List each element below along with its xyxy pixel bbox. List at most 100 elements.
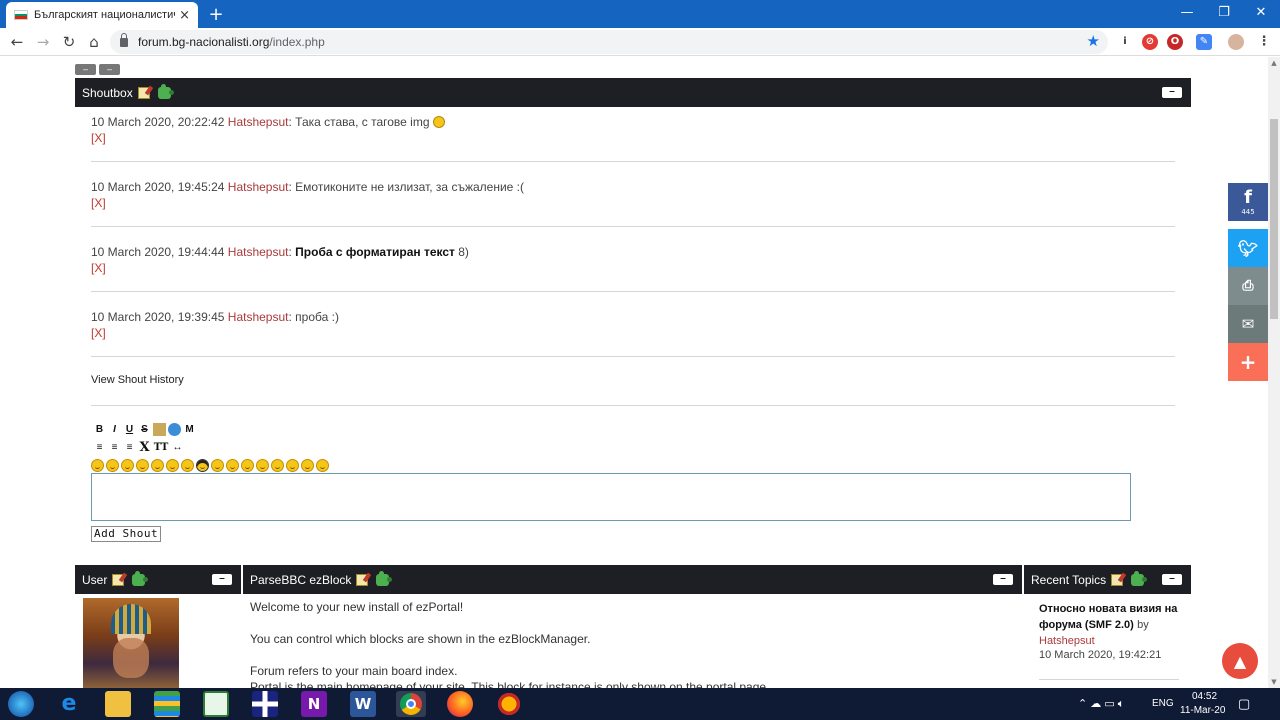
align-left-icon[interactable]: ≡ xyxy=(93,441,106,454)
firefox-icon[interactable] xyxy=(447,691,473,717)
shout-author[interactable]: Hatshepsut xyxy=(228,245,289,259)
angry-icon[interactable] xyxy=(151,459,164,472)
tray-icons[interactable]: ⌃ ☁ ▭ 🔈︎ xyxy=(1078,697,1124,711)
puzzle-icon[interactable] xyxy=(157,83,174,99)
address-bar[interactable]: forum.bg-nacionalisti.org/index.php ★ xyxy=(110,30,1108,54)
email-share-button[interactable]: ✉ xyxy=(1228,305,1268,343)
new-tab-button[interactable]: + xyxy=(206,4,226,25)
edit-icon[interactable] xyxy=(1111,573,1124,586)
reload-icon[interactable]: ↻ xyxy=(59,32,79,52)
sun-app-icon[interactable] xyxy=(496,691,522,717)
start-button[interactable] xyxy=(8,691,34,717)
user-block-minimize-button[interactable]: – xyxy=(212,574,232,585)
page-scrollbar[interactable]: ▲ ▼ xyxy=(1268,57,1280,688)
chrome-taskbar-active[interactable] xyxy=(396,691,426,717)
smiley-icon[interactable] xyxy=(91,459,104,472)
clock-time[interactable]: 04:52 xyxy=(1192,691,1217,702)
shout-author[interactable]: Hatshepsut xyxy=(228,310,289,324)
profile-avatar[interactable] xyxy=(1228,34,1244,50)
stacked-app-icon[interactable] xyxy=(154,691,180,717)
recent-topic-link[interactable]: Относно новата визия на форума (SMF 2.0) xyxy=(1039,603,1177,631)
underline-button[interactable]: U xyxy=(123,423,136,436)
home-icon[interactable]: ⌂ xyxy=(84,32,104,52)
align-center-icon[interactable]: ≡ xyxy=(108,441,121,454)
horizontal-rule-icon[interactable]: ↔ xyxy=(171,441,184,454)
print-share-button[interactable]: ⎙ xyxy=(1228,267,1268,305)
recent-topics-minimize-button[interactable]: – xyxy=(1162,574,1182,585)
scroll-up-icon[interactable]: ▲ xyxy=(1268,57,1280,69)
scroll-to-top-button[interactable]: ▲ xyxy=(1222,643,1258,679)
shoutbox-minimize-button[interactable]: – xyxy=(1162,87,1182,98)
bold-button[interactable]: B xyxy=(93,423,106,436)
edge-icon[interactable]: e xyxy=(56,691,82,717)
wink-icon[interactable] xyxy=(106,459,119,472)
cry-icon[interactable] xyxy=(316,459,329,472)
back-icon[interactable]: ← xyxy=(7,32,27,52)
scroll-down-icon[interactable]: ▼ xyxy=(1268,676,1280,688)
notification-icon[interactable]: ▢ xyxy=(1238,696,1250,712)
undecided-icon[interactable] xyxy=(286,459,299,472)
edit-icon[interactable] xyxy=(112,573,125,586)
puzzle-icon[interactable] xyxy=(376,570,393,586)
italic-button[interactable]: I xyxy=(108,423,121,436)
recent-topic-author[interactable]: Hatshepsut xyxy=(1039,635,1095,647)
add-shout-button[interactable]: Add Shout xyxy=(91,526,162,542)
shocked-icon[interactable] xyxy=(181,459,194,472)
more-share-button[interactable]: + xyxy=(1228,343,1268,381)
cool-icon[interactable] xyxy=(196,459,209,472)
scroll-thumb[interactable] xyxy=(1270,119,1278,319)
cheesy-icon[interactable] xyxy=(121,459,134,472)
align-right-icon[interactable]: ≡ xyxy=(123,441,136,454)
kiss-icon[interactable] xyxy=(301,459,314,472)
word-icon[interactable]: W xyxy=(350,691,376,717)
font-size-icon[interactable]: TT xyxy=(153,441,169,454)
puzzle-icon[interactable] xyxy=(1131,570,1148,586)
embarrassed-icon[interactable] xyxy=(256,459,269,472)
language-indicator[interactable]: ENG xyxy=(1152,698,1174,709)
tongue-icon[interactable] xyxy=(241,459,254,472)
forward-icon[interactable]: → xyxy=(33,32,53,52)
extension-pen-icon[interactable]: ✎ xyxy=(1196,34,1212,50)
collapse-left-button[interactable]: – xyxy=(75,64,96,75)
uk-flag-icon[interactable] xyxy=(252,691,278,717)
twitter-share-button[interactable]: 🐦︎ xyxy=(1228,229,1268,267)
rolleyes-icon[interactable] xyxy=(226,459,239,472)
maximize-button[interactable]: ❐ xyxy=(1207,0,1241,28)
file-explorer-icon[interactable] xyxy=(105,691,131,717)
delete-shout-link[interactable]: [X] xyxy=(91,261,469,275)
facebook-share-button[interactable]: f 445 xyxy=(1228,183,1268,221)
shout-textarea[interactable] xyxy=(91,473,1131,521)
extension-adblock-icon[interactable]: O xyxy=(1167,34,1183,50)
shout-author[interactable]: Hatshepsut xyxy=(228,180,289,194)
onenote-icon[interactable]: N xyxy=(301,691,327,717)
delete-shout-link[interactable]: [X] xyxy=(91,326,339,340)
shout-author[interactable]: Hatshepsut xyxy=(228,115,289,129)
image-icon[interactable]: img xyxy=(153,423,166,436)
remove-format-icon[interactable]: X xyxy=(138,441,151,454)
clock-date[interactable]: 11-Mar-20 xyxy=(1180,705,1225,716)
lipsrsealed-icon[interactable] xyxy=(271,459,284,472)
globe-link-icon[interactable]: url xyxy=(168,423,181,436)
close-window-button[interactable]: ✕ xyxy=(1244,0,1278,28)
ezblock-minimize-button[interactable]: – xyxy=(993,574,1013,585)
puzzle-icon[interactable] xyxy=(132,570,149,586)
bookmark-star-icon[interactable]: ★ xyxy=(1087,32,1100,50)
edit-icon[interactable] xyxy=(137,86,150,99)
collapse-right-button[interactable]: – xyxy=(99,64,120,75)
tab-close-icon[interactable]: × xyxy=(179,8,190,23)
sad-icon[interactable] xyxy=(166,459,179,472)
extension-block-icon[interactable]: ⊘ xyxy=(1142,34,1158,50)
extension-info-icon[interactable]: i xyxy=(1117,34,1133,50)
browser-tab-active[interactable]: Българският националистическ × xyxy=(6,2,198,28)
view-shout-history-link[interactable]: View Shout History xyxy=(91,374,184,386)
grin-icon[interactable] xyxy=(136,459,149,472)
edit-icon[interactable] xyxy=(356,573,369,586)
strike-button[interactable]: S xyxy=(138,423,151,436)
chart-app-icon[interactable] xyxy=(203,691,229,717)
minimize-button[interactable]: — xyxy=(1170,0,1204,28)
delete-shout-link[interactable]: [X] xyxy=(91,196,524,210)
huh-icon[interactable] xyxy=(211,459,224,472)
markdown-button[interactable]: M xyxy=(183,423,196,436)
delete-shout-link[interactable]: [X] xyxy=(91,131,445,145)
browser-menu-icon[interactable]: ⋮ xyxy=(1256,34,1272,50)
